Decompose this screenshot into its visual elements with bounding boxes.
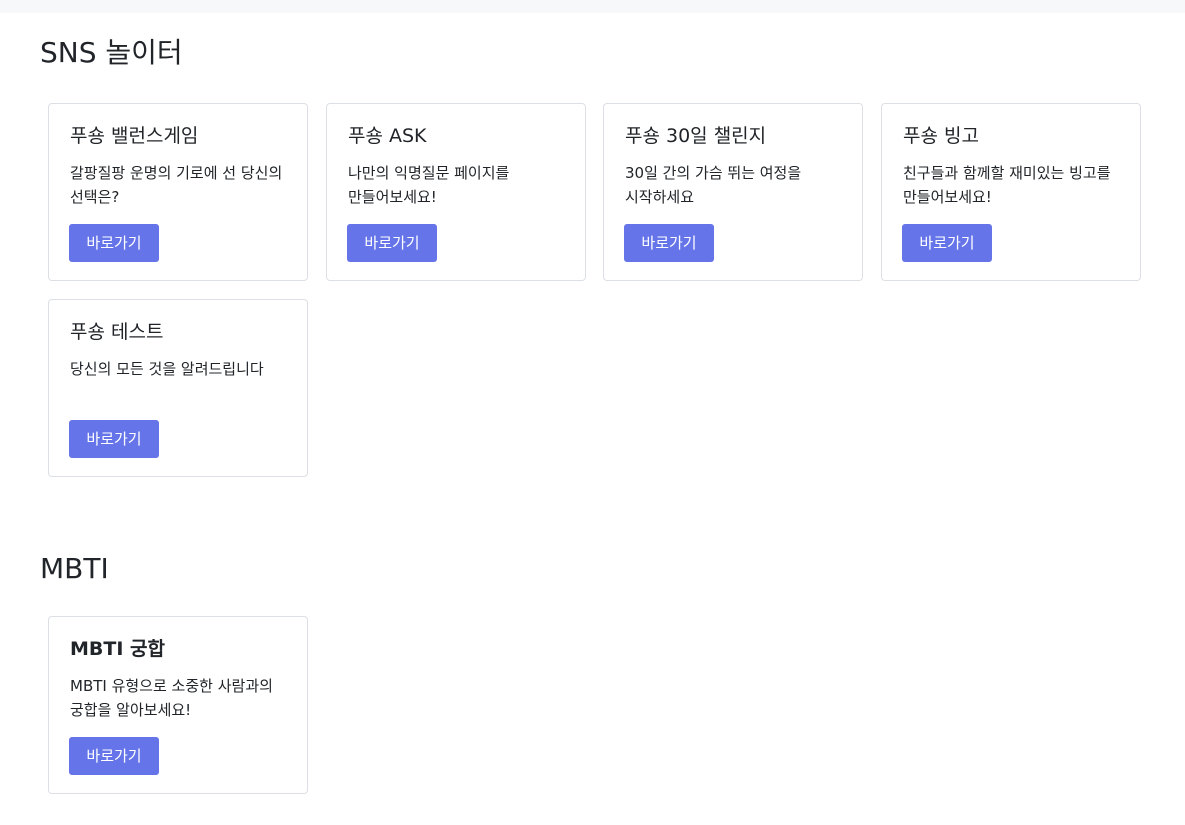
card-description: 30일 간의 가슴 뛰는 여정을 시작하세요	[625, 164, 802, 206]
go-button[interactable]: 바로가기	[347, 224, 437, 262]
go-button[interactable]: 바로가기	[624, 224, 714, 262]
section-title-sns: SNS 놀이터	[40, 36, 183, 69]
card-bingo: 푸숑 빙고 친구들과 함께할 재미있는 빙고를 만들어보세요! 바로가기	[881, 103, 1141, 281]
card-title: 푸숑 테스트	[70, 321, 164, 343]
card-30day-challenge: 푸숑 30일 챌린지 30일 간의 가슴 뛰는 여정을 시작하세요 바로가기	[603, 103, 863, 281]
go-button[interactable]: 바로가기	[69, 420, 159, 458]
go-button[interactable]: 바로가기	[902, 224, 992, 262]
card-title: 푸숑 밸런스게임	[70, 125, 199, 147]
card-description: 갈팡질팡 운명의 기로에 선 당신의 선택은?	[70, 164, 283, 206]
card-description: MBTI 유형으로 소중한 사람과의 궁합을 알아보세요!	[70, 677, 273, 719]
card-title: 푸숑 ASK	[348, 125, 427, 147]
card-test: 푸숑 테스트 당신의 모든 것을 알려드립니다 바로가기	[48, 299, 308, 477]
card-ask: 푸숑 ASK 나만의 익명질문 페이지를 만들어보세요! 바로가기	[326, 103, 586, 281]
card-balance-game: 푸숑 밸런스게임 갈팡질팡 운명의 기로에 선 당신의 선택은? 바로가기	[48, 103, 308, 281]
card-description: 당신의 모든 것을 알려드립니다	[70, 360, 264, 378]
section-title-mbti: MBTI	[40, 552, 109, 585]
top-bar	[0, 0, 1185, 13]
card-description: 친구들과 함께할 재미있는 빙고를 만들어보세요!	[903, 164, 1111, 206]
card-description: 나만의 익명질문 페이지를 만들어보세요!	[348, 164, 510, 206]
go-button[interactable]: 바로가기	[69, 224, 159, 262]
card-title: 푸숑 빙고	[903, 125, 979, 147]
go-button[interactable]: 바로가기	[69, 737, 159, 775]
card-title: MBTI 궁합	[70, 638, 165, 660]
card-mbti-compatibility: MBTI 궁합 MBTI 유형으로 소중한 사람과의 궁합을 알아보세요! 바로…	[48, 616, 308, 794]
card-title: 푸숑 30일 챌린지	[625, 125, 767, 147]
